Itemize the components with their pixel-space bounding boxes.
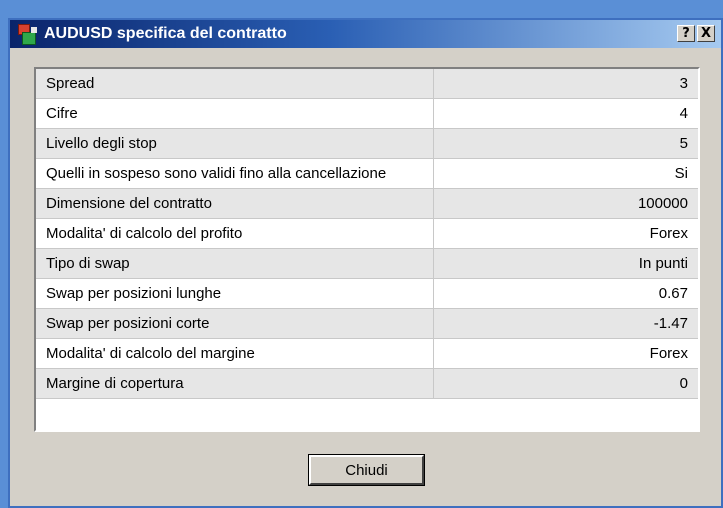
property-value: In punti [638,255,688,272]
close-icon[interactable]: X [697,25,715,42]
property-label: Spread [36,69,434,98]
property-value: 0.67 [658,285,688,302]
property-value: Si [674,165,688,182]
list-item[interactable]: Dimensione del contratto 100000 [36,189,698,219]
list-item[interactable]: Quelli in sospeso sono validi fino alla … [36,159,698,189]
list-item[interactable]: Swap per posizioni corte -1.47 [36,309,698,339]
property-label: Tipo di swap [36,249,434,278]
property-value: Forex [649,225,688,242]
list-item[interactable]: Livello degli stop 5 [36,129,698,159]
property-value: 100000 [637,195,688,212]
list-item[interactable]: Cifre 4 [36,99,698,129]
property-label: Dimensione del contratto [36,189,434,218]
property-value: 3 [679,75,688,92]
property-label: Modalita' di calcolo del profito [36,219,434,248]
property-label: Swap per posizioni lunghe [36,279,434,308]
property-value: Forex [649,345,688,362]
property-label: Livello degli stop [36,129,434,158]
list-item[interactable]: Margine di copertura 0 [36,369,698,399]
window-title: AUDUSD specifica del contratto [44,25,287,42]
help-button[interactable]: ? [677,25,695,42]
close-button[interactable]: Chiudi [308,454,425,486]
app-icon [18,24,38,45]
list-item[interactable]: Tipo di swap In punti [36,249,698,279]
contract-spec-dialog: AUDUSD specifica del contratto ? X Sprea… [8,18,723,508]
property-label: Modalita' di calcolo del margine [36,339,434,368]
property-label: Cifre [36,99,434,128]
property-value: 0 [679,375,688,392]
property-label: Quelli in sospeso sono validi fino alla … [36,159,434,188]
list-item[interactable]: Modalita' di calcolo del margine Forex [36,339,698,369]
list-item[interactable]: Swap per posizioni lunghe 0.67 [36,279,698,309]
title-bar[interactable]: AUDUSD specifica del contratto ? X [10,20,721,48]
property-label: Swap per posizioni corte [36,309,434,338]
property-value: 4 [679,105,688,122]
property-label: Margine di copertura [36,369,434,398]
list-item[interactable]: Spread 3 [36,69,698,99]
property-value: 5 [679,135,688,152]
list-item[interactable]: Modalita' di calcolo del profito Forex [36,219,698,249]
properties-list[interactable]: Spread 3 Cifre 4 Livello degli stop 5 Qu… [34,67,700,432]
property-value: -1.47 [653,315,688,332]
